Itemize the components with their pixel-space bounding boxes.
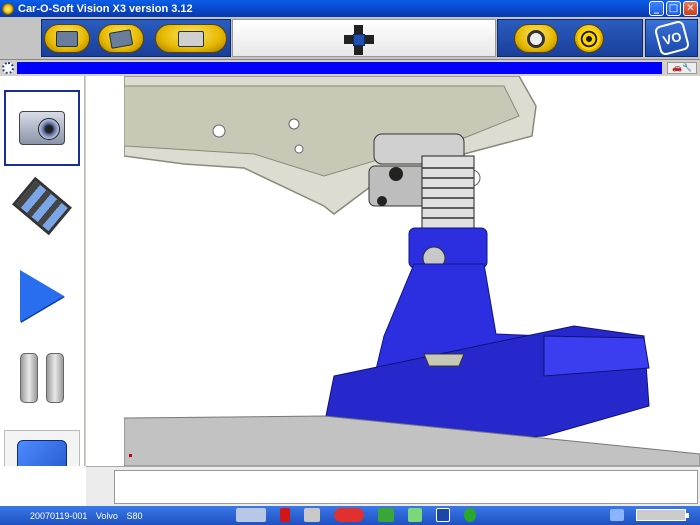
jack-collar	[408, 227, 488, 269]
message-pane	[86, 466, 700, 506]
chassis-hole	[288, 118, 300, 130]
message-field[interactable]	[114, 470, 698, 504]
battery-icon	[636, 509, 689, 521]
maximize-button[interactable]: □	[666, 1, 681, 16]
measurement-button[interactable]	[98, 24, 144, 53]
tool-status-icon[interactable]	[304, 508, 320, 522]
main-toolbar: VO	[0, 17, 700, 60]
media-control-panel	[0, 76, 85, 500]
nav-up-icon	[354, 25, 363, 34]
3d-model-illustration	[124, 76, 700, 466]
info-strip: 🚗🔧	[0, 60, 700, 76]
film-icon	[12, 176, 72, 236]
navigation-cross-button[interactable]	[344, 25, 374, 55]
jack-slot	[423, 353, 465, 367]
vehicle-info: 20070119-001 Volvo S80	[30, 511, 148, 521]
status-bar: 20070119-001 Volvo S80	[0, 506, 700, 525]
camera-icon	[19, 111, 65, 145]
target-icon	[578, 27, 600, 50]
pause-icon	[20, 353, 64, 403]
mini-car-tools-icon[interactable]: 🚗🔧	[667, 62, 697, 74]
chassis-hole	[294, 144, 304, 154]
close-button[interactable]: ✕	[683, 1, 698, 16]
film-button[interactable]	[4, 168, 80, 244]
document-tools-icon	[56, 30, 78, 47]
nav-left-icon	[344, 35, 353, 44]
brand-logo-icon: VO	[653, 19, 690, 57]
3d-model-view[interactable]	[86, 76, 700, 466]
clamp-bolt	[389, 167, 403, 181]
origin-marker	[129, 454, 132, 457]
zoom-search-icon	[527, 29, 545, 48]
pause-button[interactable]	[4, 340, 80, 416]
vehicle-model: S80	[126, 510, 143, 521]
car-status-icon[interactable]	[334, 508, 364, 522]
window-controls: _ □ ✕	[649, 1, 698, 16]
network-status-icon[interactable]	[408, 508, 422, 522]
toolbar-left-group	[41, 19, 231, 57]
vehicle-make: Volvo	[95, 510, 118, 521]
app-window: Car-O-Soft Vision X3 version 3.12 _ □ ✕	[0, 0, 700, 525]
chassis-hole	[212, 124, 226, 138]
left-bottom-spacer	[0, 466, 86, 506]
title-bar: Car-O-Soft Vision X3 version 3.12 _ □ ✕	[0, 0, 700, 17]
alert-status-icon[interactable]	[280, 508, 290, 522]
nav-down-icon	[354, 46, 363, 55]
connection-status-icon[interactable]	[378, 508, 394, 522]
clamp-bolt	[377, 196, 387, 206]
status-icons	[236, 508, 476, 522]
play-button[interactable]	[4, 258, 80, 334]
target-button[interactable]	[574, 24, 604, 53]
document-tools-button[interactable]	[44, 24, 90, 53]
window-title: Car-O-Soft Vision X3 version 3.12	[18, 2, 193, 15]
job-id: 20070119-001	[30, 510, 88, 521]
measurement-icon	[108, 28, 134, 49]
nav-right-icon	[365, 35, 374, 44]
app-logo-icon	[2, 2, 14, 15]
user-status-icon[interactable]	[610, 509, 624, 521]
toolbar-right-group	[497, 19, 643, 57]
brand-status-icon[interactable]	[436, 508, 450, 522]
printer-icon	[178, 30, 204, 47]
lift-status-icon[interactable]	[236, 508, 266, 522]
brand-logo[interactable]: VO	[645, 19, 698, 57]
info-status-icon[interactable]	[464, 508, 476, 522]
print-button[interactable]	[155, 24, 227, 53]
settings-gear-icon[interactable]	[2, 62, 14, 74]
nav-center-icon	[353, 34, 365, 46]
play-icon	[20, 270, 64, 322]
minimize-button[interactable]: _	[649, 1, 664, 16]
toolbar-center-group	[232, 19, 496, 57]
zoom-button[interactable]	[514, 24, 558, 53]
camera-button[interactable]	[4, 90, 80, 166]
progress-strip	[17, 62, 662, 74]
